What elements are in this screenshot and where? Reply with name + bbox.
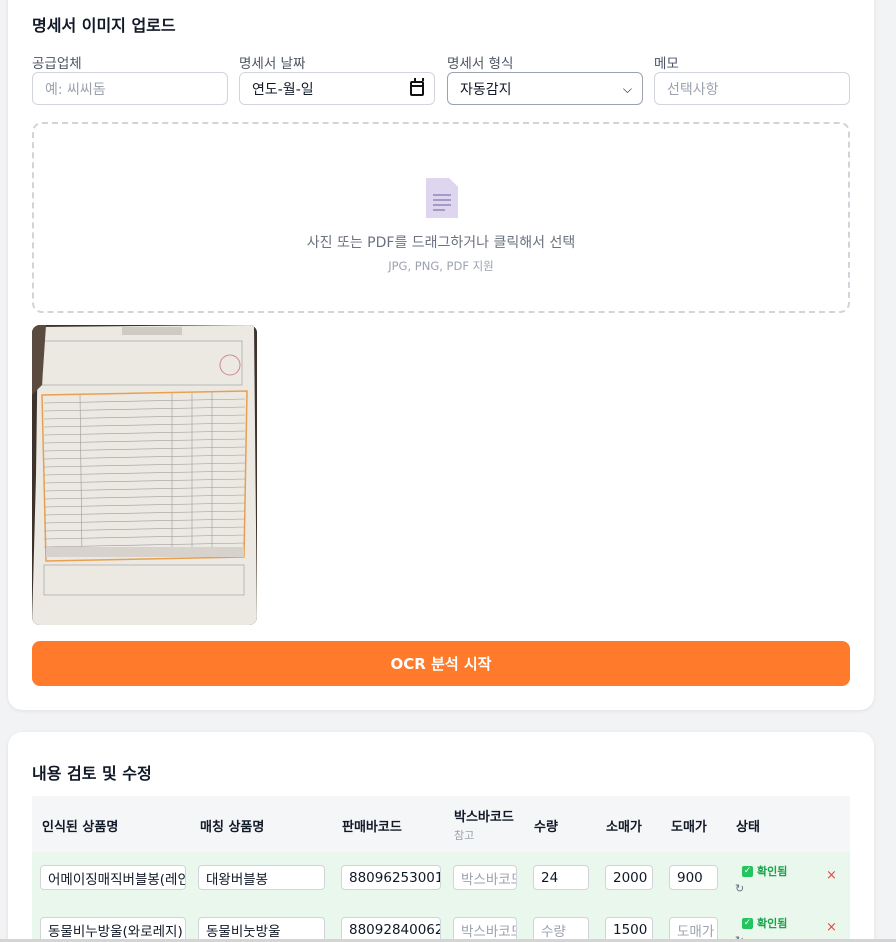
- wholesale-input[interactable]: 900: [669, 865, 718, 890]
- document-icon: [426, 178, 458, 218]
- check-icon: ✓: [742, 865, 753, 877]
- table-row: 어메이징매직버블봉(레인 대왕버블봉 8809625300117 박스바코드 2…: [32, 852, 850, 904]
- dropzone-subtitle: JPG, PNG, PDF 지원: [388, 259, 494, 273]
- status-badge: ✓ 확인됨: [742, 863, 787, 879]
- matched-name-value: 동물비눗방울: [206, 923, 281, 940]
- supplier-input[interactable]: 예: 씨씨돔: [32, 72, 228, 105]
- ocr-start-button[interactable]: OCR 분석 시작: [32, 641, 850, 686]
- col-status: 상태: [736, 820, 760, 835]
- dropzone-title: 사진 또는 PDF를 드래그하거나 클릭해서 선택: [306, 235, 576, 251]
- chevron-down-icon: ⌵: [622, 82, 632, 96]
- file-dropzone[interactable]: 사진 또는 PDF를 드래그하거나 클릭해서 선택 JPG, PNG, PDF …: [32, 122, 850, 313]
- invoice-photo: [32, 325, 257, 625]
- review-title: 내용 검토 및 수정: [32, 764, 152, 783]
- date-label: 명세서 날짜: [239, 56, 306, 72]
- col-recognized: 인식된 상품명: [42, 820, 119, 835]
- qty-placeholder: 수량: [541, 923, 566, 940]
- refresh-icon[interactable]: ↻: [735, 882, 744, 895]
- retail-input[interactable]: 2000: [605, 865, 653, 890]
- col-box-barcode: 박스바코드: [454, 810, 514, 825]
- recognized-name-value: 어메이징매직버블봉(레인: [48, 871, 186, 888]
- review-table-header: 인식된 상품명 매칭 상품명 판매바코드 박스바코드 참고 수량 소매가 도매가…: [32, 796, 850, 852]
- table-row: 동물비누방울(와로레지) 동물비눗방울 8809284006260 박스바코드 …: [32, 904, 850, 942]
- col-matched: 매칭 상품명: [200, 820, 265, 835]
- invoice-preview-image: [32, 325, 257, 625]
- supplier-placeholder: 예: 씨씨돔: [45, 81, 106, 98]
- memo-input[interactable]: 선택사항: [654, 72, 850, 105]
- barcode-value: 8809625300117: [349, 869, 440, 886]
- col-wholesale: 도매가: [671, 820, 707, 835]
- status-badge: ✓ 확인됨: [742, 915, 787, 931]
- box-barcode-placeholder: 박스바코드: [461, 923, 517, 940]
- col-box-barcode-note: 참고: [454, 829, 475, 842]
- date-input[interactable]: 연도-월-일: [239, 72, 435, 105]
- memo-placeholder: 선택사항: [667, 81, 719, 98]
- delete-icon[interactable]: ×: [826, 868, 837, 883]
- qty-input[interactable]: 24: [533, 865, 589, 890]
- format-value: 자동감지: [460, 81, 512, 98]
- recognized-name-value: 동물비누방울(와로레지): [48, 923, 183, 940]
- matched-name-input[interactable]: 대왕버블봉: [198, 865, 325, 890]
- retail-value: 1500: [613, 921, 648, 938]
- matched-name-value: 대왕버블봉: [206, 871, 269, 888]
- barcode-value: 8809284006260: [349, 921, 440, 938]
- wholesale-value: 900: [677, 869, 703, 886]
- upload-title: 명세서 이미지 업로드: [32, 16, 176, 35]
- wholesale-placeholder: 도매가: [677, 923, 715, 940]
- delete-icon[interactable]: ×: [826, 920, 837, 935]
- format-select[interactable]: 자동감지 ⌵: [447, 72, 643, 105]
- box-barcode-input[interactable]: 박스바코드: [453, 865, 517, 890]
- box-barcode-placeholder: 박스바코드: [461, 871, 517, 888]
- memo-label: 메모: [654, 56, 679, 72]
- supplier-label: 공급업체: [32, 56, 82, 72]
- format-label: 명세서 형식: [447, 56, 514, 72]
- qty-value: 24: [541, 869, 559, 886]
- col-barcode: 판매바코드: [342, 820, 402, 835]
- status-text: 확인됨: [757, 917, 788, 930]
- barcode-input[interactable]: 8809625300117: [341, 865, 441, 890]
- retail-value: 2000: [613, 869, 648, 886]
- status-text: 확인됨: [757, 865, 788, 878]
- check-icon: ✓: [742, 917, 753, 929]
- col-qty: 수량: [534, 820, 558, 835]
- recognized-name-input[interactable]: 어메이징매직버블봉(레인: [40, 865, 186, 890]
- calendar-icon[interactable]: [410, 78, 424, 96]
- col-retail: 소매가: [606, 820, 642, 835]
- date-value: 연도-월-일: [252, 81, 314, 98]
